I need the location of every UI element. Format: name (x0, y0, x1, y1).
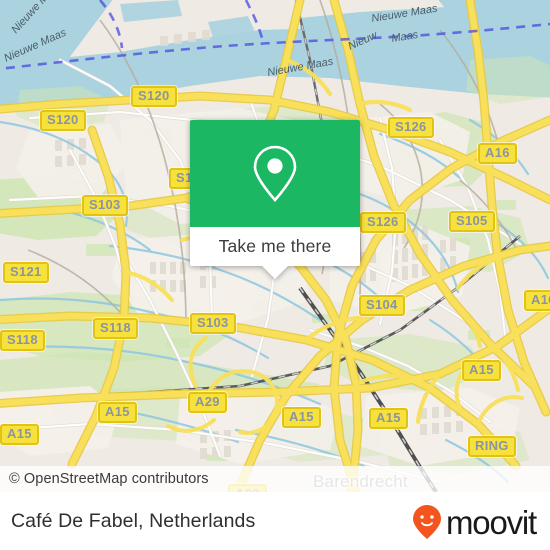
road-shield: A16 (478, 143, 517, 164)
road-shield: S120 (40, 110, 86, 131)
road-shield-label: A16 (531, 292, 550, 307)
road-shield: S104 (359, 295, 405, 316)
take-me-there-button[interactable]: Take me there (190, 227, 360, 279)
road-shield-label: S126 (395, 119, 427, 134)
road-shield-label: A15 (105, 404, 130, 419)
road-shield: A15 (282, 407, 321, 428)
road-shield-label: S104 (366, 297, 398, 312)
road-shield: S103 (190, 313, 236, 334)
road-shield: RING (468, 436, 516, 457)
osm-attribution-text: © OpenStreetMap contributors (9, 471, 209, 487)
road-shield: S126 (388, 117, 434, 138)
road-shield: A16 (524, 290, 550, 311)
road-shield-label: S118 (100, 320, 131, 335)
osm-attribution-bar[interactable]: © OpenStreetMap contributors (0, 466, 550, 492)
road-shield-label: S120 (47, 112, 79, 127)
footer-bar: .w{fill:#aad3df} .g{fill:#cfe6b4} .gl{fi… (0, 492, 550, 550)
road-shield-label: S126 (367, 214, 399, 229)
road-shield: S118 (93, 318, 138, 339)
road-shield-label: RING (475, 438, 509, 453)
road-shield: S118 (0, 330, 45, 351)
take-me-there-label: Take me there (218, 236, 332, 256)
road-shield: S120 (131, 86, 177, 107)
road-shield: S105 (449, 211, 495, 232)
road-shield-label: S105 (456, 213, 488, 228)
road-shield-label: A15 (376, 410, 401, 425)
map-pin-icon (253, 145, 297, 202)
moovit-wordmark: moovit (446, 503, 537, 541)
road-shield-label: A15 (289, 409, 314, 424)
road-shield-label: A15 (7, 426, 32, 441)
road-shield: A15 (0, 424, 39, 445)
road-shield-label: S118 (7, 332, 38, 347)
road-shield-label: A15 (469, 362, 494, 377)
moovit-brand[interactable]: moovit (412, 503, 537, 541)
road-shield: S103 (82, 195, 128, 216)
place-title: Café De Fabel, Netherlands (11, 510, 256, 532)
road-shield-label: A29 (195, 394, 220, 409)
road-shield: S121 (3, 262, 49, 283)
callout-pin-area (190, 120, 360, 227)
callout-pointer (262, 266, 288, 279)
road-shield: A29 (188, 392, 227, 413)
destination-callout[interactable]: Take me there (190, 120, 360, 279)
road-shield-label: S103 (197, 315, 229, 330)
road-shield: A15 (462, 360, 501, 381)
moovit-smiley-pin-icon (413, 505, 441, 539)
road-shield: S126 (360, 212, 406, 233)
road-shield-label: A16 (485, 145, 510, 160)
road-shield: A15 (98, 402, 137, 423)
road-shield-label: S121 (10, 264, 42, 279)
road-shield: A15 (369, 408, 408, 429)
road-shield-label: S120 (138, 88, 170, 103)
road-shield-label: S103 (89, 197, 121, 212)
moovit-map-card: .w{fill:#aad3df} .g{fill:#cfe6b4} .gl{fi… (0, 0, 550, 550)
